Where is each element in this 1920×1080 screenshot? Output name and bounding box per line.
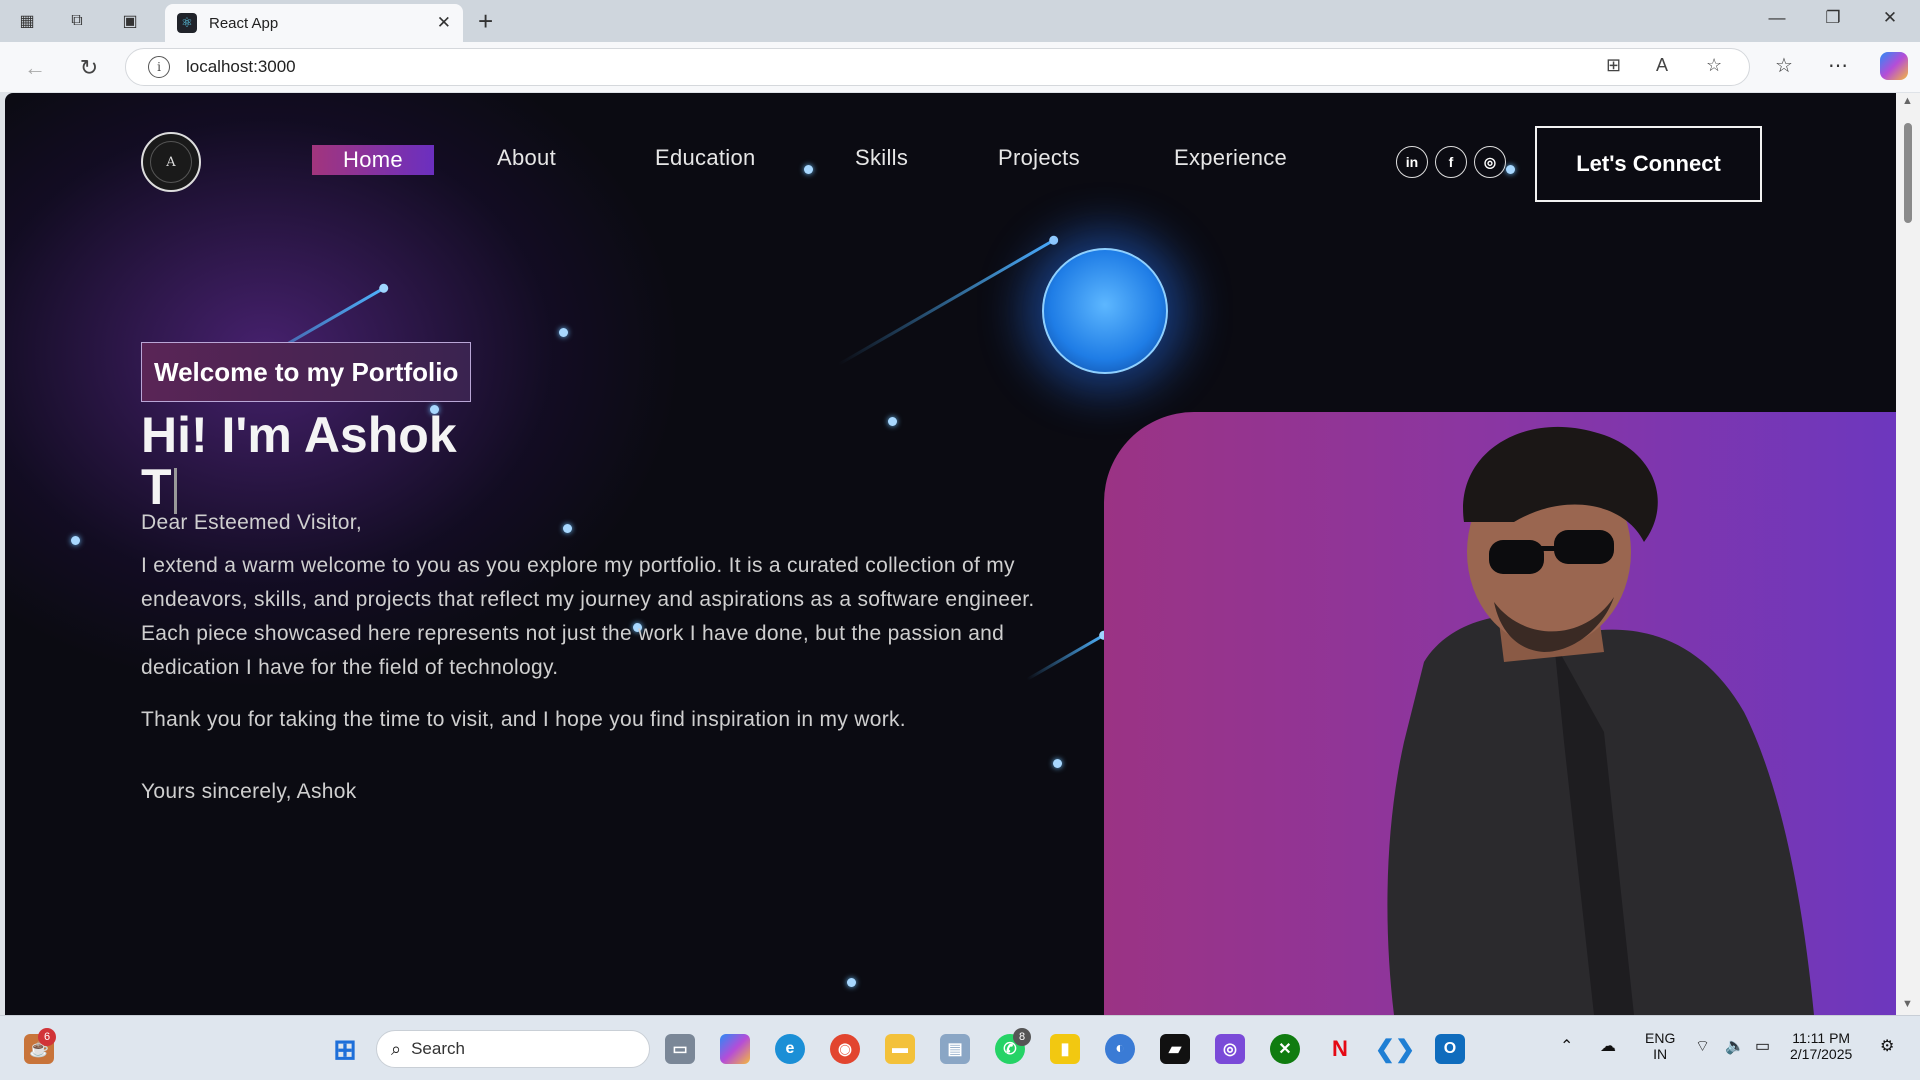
browser-toolbar: ← ↻ i localhost:3000 ⊞ A ☆ ☆ ⋯	[0, 42, 1920, 92]
vscode-icon[interactable]: ❮❯	[1375, 1034, 1415, 1064]
clock-time: 11:11 PM	[1792, 1030, 1851, 1046]
browser-tab[interactable]: ⚛ React App ✕	[165, 4, 463, 42]
star-dot	[559, 328, 568, 337]
new-tab-icon[interactable]: +	[478, 6, 493, 37]
star-dot	[1053, 759, 1062, 768]
logo-mark: A	[150, 141, 192, 183]
region-code: IN	[1653, 1046, 1668, 1062]
close-tab-icon[interactable]: ✕	[437, 13, 451, 33]
meteor-streak	[837, 238, 1056, 366]
power-bi-icon[interactable]: ▮	[1050, 1034, 1080, 1064]
star-dot	[888, 417, 897, 426]
star-dot	[71, 536, 80, 545]
facebook-icon[interactable]: f	[1435, 146, 1467, 178]
language-indicator[interactable]: ENG IN	[1645, 1030, 1675, 1062]
search-icon: ⌕	[391, 1038, 402, 1059]
messenger-icon[interactable]: ◐	[1105, 1034, 1135, 1064]
page-viewport: A Home About Education Skills Projects E…	[5, 93, 1896, 1015]
tray-overflow-icon[interactable]: ⌃	[1560, 1036, 1573, 1056]
clock[interactable]: 11:11 PM 2/17/2025	[1790, 1030, 1852, 1062]
profile-photo	[1387, 426, 1814, 1015]
lets-connect-button[interactable]: Let's Connect	[1535, 126, 1762, 202]
taskbar-search[interactable]: ⌕ Search	[376, 1030, 650, 1068]
app-icon[interactable]: ◎	[1215, 1034, 1245, 1064]
signature-text: Yours sincerely, Ashok	[141, 780, 357, 803]
battery-icon[interactable]: ▭	[1755, 1036, 1770, 1056]
nav-link-projects[interactable]: Projects	[998, 145, 1080, 171]
xbox-icon[interactable]: ✕	[1270, 1034, 1300, 1064]
star-dot	[1506, 165, 1515, 174]
welcome-badge: Welcome to my Portfolio	[141, 342, 472, 402]
search-placeholder: Search	[411, 1039, 465, 1058]
url-text: localhost:3000	[186, 57, 296, 76]
nav-link-experience[interactable]: Experience	[1174, 145, 1287, 171]
browser-tab-bar: ▦ ⧉ ▣ ⚛ React App ✕ + — ❐ ✕	[0, 0, 1920, 42]
copilot-taskbar-icon[interactable]	[720, 1034, 750, 1064]
site-info-icon[interactable]: i	[148, 56, 170, 78]
clock-date: 2/17/2025	[1790, 1046, 1853, 1062]
nav-link-skills[interactable]: Skills	[855, 145, 908, 171]
restore-icon[interactable]: ❐	[1813, 8, 1853, 34]
profile-icon[interactable]: ▦	[14, 8, 40, 34]
netflix-icon[interactable]: N	[1325, 1034, 1355, 1064]
linkedin-icon[interactable]: in	[1396, 146, 1428, 178]
terminal-app-icon[interactable]: ▰	[1160, 1034, 1190, 1064]
refresh-icon[interactable]: ↻	[73, 52, 105, 84]
more-menu-icon[interactable]: ⋯	[1828, 53, 1848, 78]
scroll-up-icon[interactable]: ▲	[1902, 95, 1913, 107]
address-bar[interactable]: i localhost:3000 ⊞ A ☆	[125, 48, 1750, 86]
notifications-icon[interactable]: ⚙	[1880, 1036, 1894, 1056]
hero-title-line1: Hi! I'm Ashok	[141, 407, 457, 463]
edge-icon[interactable]: e	[775, 1034, 805, 1064]
nav-link-education[interactable]: Education	[655, 145, 756, 171]
vertical-tabs-icon[interactable]: ▣	[117, 8, 143, 34]
close-window-icon[interactable]: ✕	[1870, 8, 1910, 34]
back-icon[interactable]: ←	[19, 52, 51, 84]
hero-title: Hi! I'm Ashok T	[141, 409, 541, 514]
volume-icon[interactable]: 🔈	[1725, 1036, 1745, 1056]
language-code: ENG	[1645, 1030, 1676, 1046]
scroll-down-icon[interactable]: ▼	[1902, 998, 1913, 1010]
workspaces-icon[interactable]: ⧉	[64, 8, 90, 34]
copilot-icon[interactable]	[1880, 52, 1908, 80]
notification-badge: 6	[38, 1028, 56, 1046]
minimize-icon[interactable]: —	[1757, 8, 1797, 34]
outlook-icon[interactable]: O	[1435, 1034, 1465, 1064]
profile-photo-panel	[1104, 412, 1896, 1015]
onedrive-icon[interactable]: ☁	[1600, 1036, 1616, 1056]
files-app-icon[interactable]: ▤	[940, 1034, 970, 1064]
whatsapp-badge: 8	[1013, 1028, 1031, 1046]
wifi-icon[interactable]: ⌔	[1695, 1036, 1710, 1056]
windows-taskbar: ☕ 6 ⊞ ⌕ Search ▭ e ◉ ▬ ▤ ✆ 8 ▮ ◐ ▰ ◎ ✕ N…	[0, 1015, 1920, 1080]
task-view-icon[interactable]: ▭	[665, 1034, 695, 1064]
chrome-icon[interactable]: ◉	[830, 1034, 860, 1064]
nav-link-home[interactable]: Home	[312, 145, 434, 175]
scroll-thumb[interactable]	[1904, 123, 1912, 223]
instagram-icon[interactable]: ◎	[1474, 146, 1506, 178]
page-scrollbar[interactable]: ▲ ▼	[1896, 93, 1920, 1015]
star-dot	[804, 165, 813, 174]
intro-paragraph: I extend a warm welcome to you as you ex…	[141, 554, 1035, 679]
star-dot	[847, 978, 856, 987]
start-windows-icon[interactable]: ⊞	[330, 1034, 360, 1065]
thanks-paragraph: Thank you for taking the time to visit, …	[141, 708, 906, 731]
site-logo[interactable]: A	[141, 132, 201, 192]
react-favicon-icon: ⚛	[177, 13, 197, 33]
tab-title: React App	[209, 14, 279, 32]
nav-link-about[interactable]: About	[497, 145, 556, 171]
app-available-icon[interactable]: ⊞	[1606, 55, 1621, 76]
read-aloud-icon[interactable]: A	[1656, 55, 1668, 76]
favorite-star-icon[interactable]: ☆	[1706, 55, 1722, 76]
file-explorer-icon[interactable]: ▬	[885, 1034, 915, 1064]
greeting-text: Dear Esteemed Visitor,	[141, 511, 362, 534]
glowing-orb	[1042, 248, 1168, 374]
favorites-icon[interactable]: ☆	[1775, 53, 1793, 78]
